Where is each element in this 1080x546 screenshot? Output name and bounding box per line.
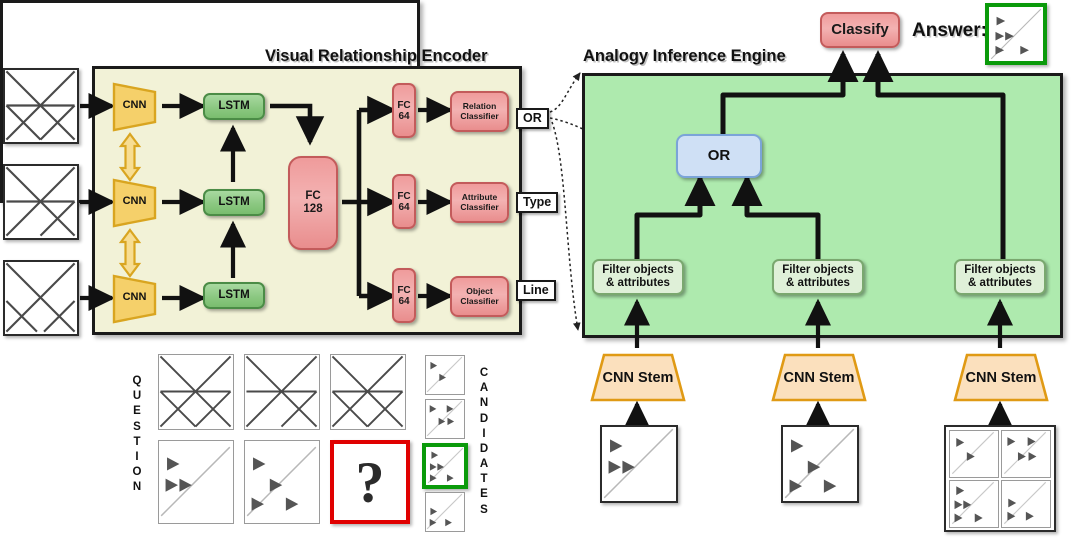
- candidates-letter: I: [482, 427, 486, 440]
- quad-cell-2: [1001, 430, 1051, 478]
- question-missing-cell[interactable]: ?: [330, 440, 410, 524]
- cnn-stem-label-3: CNN Stem: [965, 370, 1037, 386]
- triangle-pattern-q2: [1003, 431, 1047, 475]
- triangle-pattern-a: [603, 428, 674, 499]
- quad-cell-3: [949, 480, 999, 528]
- candidates-label: C A N D I D A T E S: [477, 366, 491, 518]
- engine-input-image-2: [781, 425, 859, 503]
- cnn-stem-label-2: CNN Stem: [783, 370, 855, 386]
- or-node: OR: [676, 134, 762, 178]
- candidate-tile-2[interactable]: [425, 399, 465, 439]
- line-pattern-q1: [159, 355, 232, 428]
- triangle-pattern-q3: [951, 481, 995, 525]
- question-letter: Q: [132, 375, 142, 387]
- triangle-pattern-q4a: [160, 446, 231, 517]
- triangle-pattern-q1: [951, 431, 995, 475]
- triangle-pattern-c4: [426, 493, 463, 530]
- candidates-letter: N: [479, 397, 489, 410]
- question-cell-3: [330, 354, 406, 430]
- candidates-letter: E: [480, 488, 488, 501]
- question-label: Q U E S T I O N: [130, 374, 144, 495]
- question-letter: I: [135, 450, 139, 463]
- question-letter: T: [133, 435, 141, 448]
- question-mark-symbol: ?: [355, 449, 385, 515]
- question-cell-5: [244, 440, 320, 524]
- quad-cell-4: [1001, 480, 1051, 528]
- line-pattern-q2: [245, 355, 318, 428]
- triangle-pattern-c3: [427, 447, 463, 484]
- quad-cell-1: [949, 430, 999, 478]
- filter-line1: Filter objects: [964, 264, 1036, 277]
- triangle-pattern-q5: [246, 446, 317, 517]
- triangle-pattern-b: [784, 428, 855, 499]
- question-letter: S: [133, 420, 141, 433]
- filter-node-2: Filter objects & attributes: [772, 259, 864, 295]
- question-letter: U: [132, 390, 142, 403]
- candidates-letter: C: [479, 367, 489, 379]
- question-letter: N: [132, 481, 142, 494]
- triangle-pattern-c1: [426, 356, 463, 393]
- candidates-letter: A: [479, 382, 489, 395]
- question-cell-2: [244, 354, 320, 430]
- filter-line1: Filter objects: [782, 264, 854, 277]
- filter-node-1: Filter objects & attributes: [592, 259, 684, 295]
- candidate-tile-4[interactable]: [425, 492, 465, 532]
- candidates-letter: A: [479, 458, 489, 471]
- triangle-pattern-c2: [426, 400, 463, 437]
- candidates-letter: S: [480, 503, 488, 516]
- line-pattern-q3: [331, 355, 404, 428]
- question-letter: O: [132, 466, 142, 479]
- filter-node-3: Filter objects & attributes: [954, 259, 1046, 295]
- filter-line2: & attributes: [968, 277, 1032, 289]
- question-cell-1: [158, 354, 234, 430]
- candidates-letter: D: [479, 442, 489, 455]
- triangle-pattern-q4: [1003, 481, 1047, 525]
- candidate-tile-3-selected[interactable]: [422, 443, 468, 489]
- filter-line2: & attributes: [786, 277, 850, 289]
- engine-input-image-1: [600, 425, 678, 503]
- engine-input-image-3: [944, 425, 1056, 532]
- filter-line1: Filter objects: [602, 264, 674, 277]
- question-cell-4: [158, 440, 234, 524]
- candidates-letter: T: [480, 473, 488, 486]
- cnn-stem-label-1: CNN Stem: [602, 370, 674, 386]
- filter-line2: & attributes: [606, 277, 670, 289]
- candidate-tile-1[interactable]: [425, 355, 465, 395]
- candidates-letter: D: [479, 412, 489, 425]
- question-letter: E: [133, 405, 141, 418]
